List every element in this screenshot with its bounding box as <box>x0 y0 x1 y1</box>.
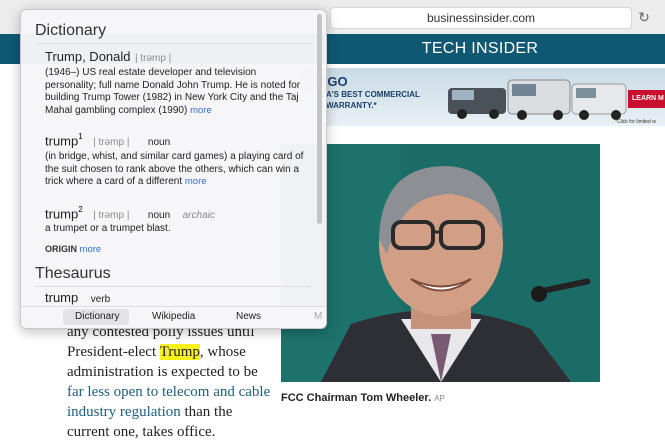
dictionary-definition: (in bridge, whist, and similar card game… <box>45 151 307 189</box>
dictionary-definition: (1946–) US real estate developer and tel… <box>45 67 307 117</box>
origin-more-link[interactable]: more <box>80 244 102 255</box>
definition-text: a trumpet or a trumpet blast. <box>45 223 171 234</box>
address-bar[interactable]: businessinsider.com <box>330 7 632 29</box>
dictionary-section-title: Dictionary <box>35 22 107 39</box>
entry-pronunciation: | trəmp | <box>93 210 130 222</box>
entry-pronunciation: | trəmp | <box>134 53 172 64</box>
article-line: current one, takes office. <box>67 424 215 441</box>
article-link[interactable]: industry regulation <box>67 404 181 420</box>
entry-headword: trump <box>45 133 79 149</box>
dictionary-definition: a trumpet or a trumpet blast. <box>45 223 307 236</box>
photo-caption: FCC Chairman Tom Wheeler. AP <box>281 392 445 404</box>
entry-part-of-speech: noun <box>147 137 171 149</box>
popover-scrollbar[interactable] <box>317 14 322 224</box>
thesaurus-entry: trump verb <box>45 289 110 307</box>
ad-cta-button[interactable]: LEARN M <box>628 90 665 108</box>
article-text: , whose <box>199 344 246 360</box>
more-link[interactable]: more <box>190 105 212 116</box>
popover-tab-bar: Dictionary Wikipedia News M <box>21 306 326 328</box>
dictionary-entry-heading: Trump, Donald | trəmp | <box>45 48 171 66</box>
entry-sense-number: 1 <box>78 132 83 141</box>
article-line: far less open to telecom and cable <box>67 384 270 401</box>
article-line: President-elect Trump, whose <box>67 344 246 361</box>
origin-row: ORIGIN more <box>45 244 101 255</box>
article-link[interactable]: far less open to telecom and cable <box>67 384 270 400</box>
entry-part-of-speech: noun <box>147 210 171 222</box>
tab-wikipedia[interactable]: Wikipedia <box>152 311 195 322</box>
thesaurus-word: trump <box>45 290 79 305</box>
article-line: administration is expected to be <box>67 364 258 381</box>
lookup-popover[interactable]: Dictionary Trump, Donald | trəmp | (1946… <box>20 9 327 329</box>
tab-dictionary[interactable]: Dictionary <box>75 311 119 322</box>
tab-news[interactable]: News <box>236 311 261 322</box>
caption-text: FCC Chairman Tom Wheeler. <box>281 392 432 404</box>
thesaurus-part-of-speech: verb <box>90 294 111 305</box>
origin-label: ORIGIN <box>45 244 78 254</box>
more-link[interactable]: more <box>185 176 207 187</box>
highlighted-word[interactable]: Trump <box>159 344 200 360</box>
article-text: than the <box>180 404 233 420</box>
ad-headline: ICA'S BEST COMMERCIAL <box>318 90 420 99</box>
photo-credit: AP <box>434 394 445 403</box>
reload-icon[interactable]: ↻ <box>636 9 652 25</box>
article-text: President-elect <box>67 344 160 360</box>
entry-sense-number: 2 <box>78 205 83 214</box>
article-text: current one, takes office. <box>67 424 216 440</box>
article-photo <box>281 144 600 382</box>
entry-pronunciation: | trəmp | <box>93 137 130 149</box>
ad-fine-print: *Click for limited w <box>615 119 656 125</box>
divider <box>35 286 311 287</box>
entry-headword: trump <box>45 206 79 222</box>
site-title[interactable]: TECH INSIDER <box>390 40 570 58</box>
divider <box>35 43 311 44</box>
dictionary-entry-heading: trump2 | trəmp | noun archaic <box>45 205 215 223</box>
dictionary-entry-heading: trump1 | trəmp | noun <box>45 132 170 150</box>
entry-register: archaic <box>182 210 215 222</box>
article-line: industry regulation than the <box>67 404 232 421</box>
tab-more[interactable]: M <box>314 311 322 322</box>
ad-vans-image <box>448 79 627 120</box>
definition-text: (in bridge, whist, and similar card game… <box>45 151 304 187</box>
article-text: administration is expected to be <box>67 364 258 380</box>
definition-text: (1946–) US real estate developer and tel… <box>45 67 301 116</box>
thesaurus-section-title: Thesaurus <box>35 265 111 282</box>
entry-headword: Trump, Donald <box>45 49 131 64</box>
